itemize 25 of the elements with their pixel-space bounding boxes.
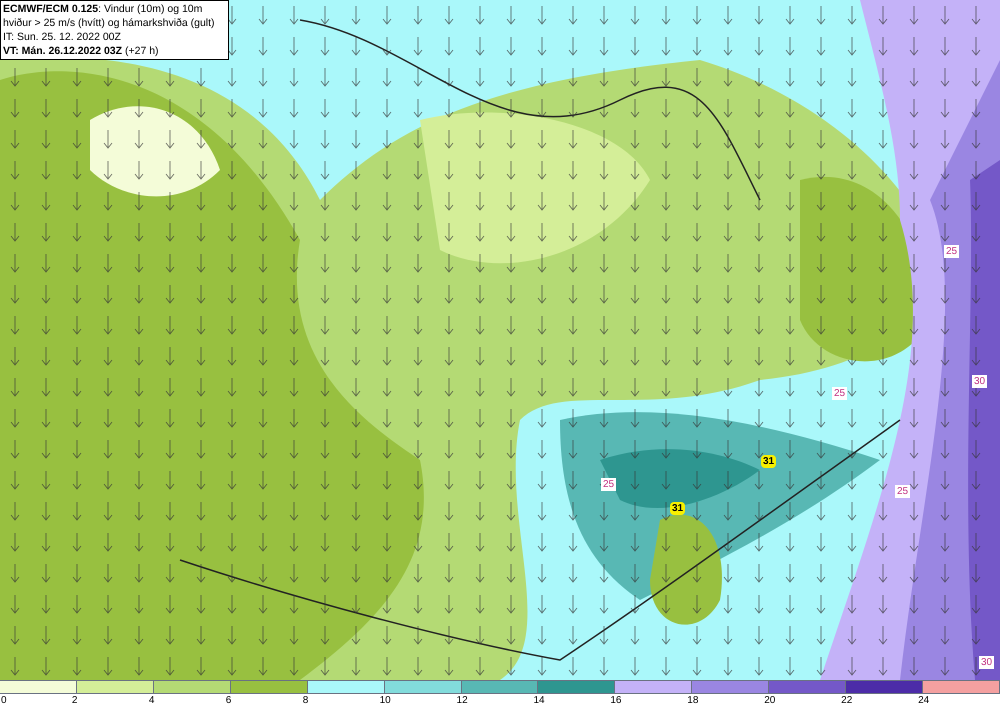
gust-label: 31	[670, 502, 686, 515]
contour-label: 30	[979, 656, 994, 669]
title-line: ECMWF/ECM 0.125: Vindur (10m) og 10m	[3, 2, 204, 16]
contour-label: 30	[972, 375, 988, 388]
legend-tick: 12	[456, 695, 468, 707]
legend-tick: 10	[380, 695, 391, 707]
contour-label: 25	[601, 478, 616, 491]
legend-tick: 18	[687, 695, 698, 707]
legend-tick: 24	[918, 695, 930, 707]
contour-label: 25	[895, 485, 910, 498]
legend-tick: 0	[1, 695, 7, 707]
legend-tick: 22	[841, 695, 852, 707]
legend-tick: 2	[72, 695, 78, 707]
gust-label: 31	[761, 455, 776, 468]
legend-tick: 8	[302, 695, 308, 707]
legend-tick: 4	[148, 695, 154, 707]
title-line: VT: Mán. 26.12.2022 03Z (+27 h)	[3, 44, 160, 58]
legend-tick: 20	[764, 695, 776, 707]
title-line: hviður > 25 m/s (hvítt) og hámarkshviða (gult)	[3, 16, 216, 30]
legend-tick: 16	[610, 695, 622, 707]
contour-label: 25	[832, 387, 848, 400]
legend-tick: 14	[533, 695, 545, 707]
title-line: IT: Sun. 25. 12. 2022 00Z	[3, 30, 122, 44]
contour-label: 25	[944, 245, 960, 258]
legend-tick: 6	[226, 695, 232, 707]
